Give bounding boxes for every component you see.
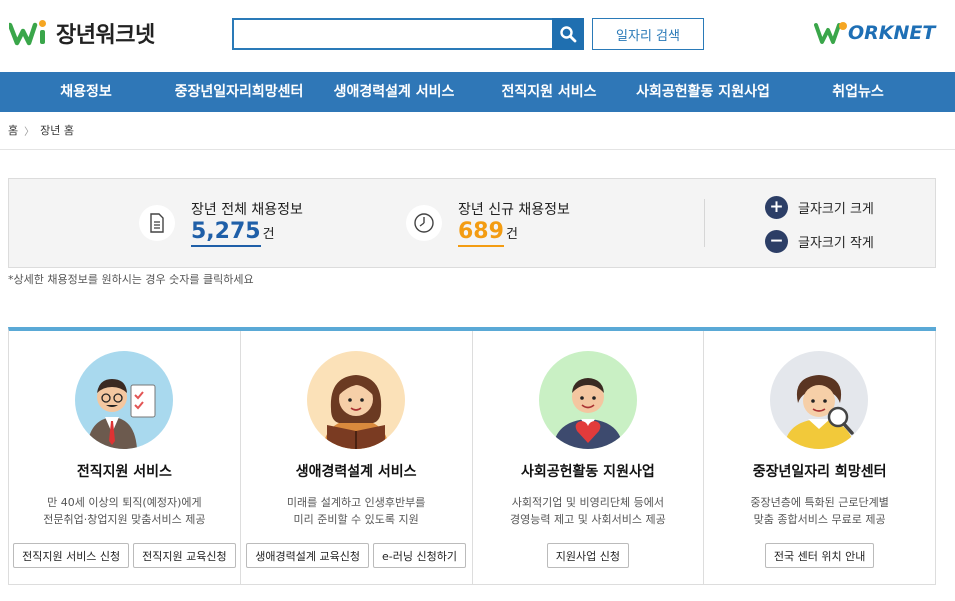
card-title: 사회공헌활동 지원사업 [521,464,655,480]
nav-item-hope-center[interactable]: 중장년일자리희망센터 [168,72,310,112]
service-card-social-contribution: 사회공헌활동 지원사업 사회적기업 및 비영리단체 등에서 경영능력 제고 및 … [473,331,705,585]
card-desc-line: 맞춤 종합서비스 무료로 제공 [753,513,886,526]
card-buttons: 전국 센터 위치 안내 [704,543,935,568]
new-jobs-value[interactable]: 689 건 [458,219,518,247]
nav-item-news[interactable]: 취업뉴스 [815,72,901,112]
social-contribution-illustration-icon [538,351,637,449]
life-career-illustration-icon [306,351,405,449]
divider [704,199,705,247]
card-desc-line: 중장년층에 특화된 근로단계별 [750,496,889,509]
card-desc-line: 미래를 설계하고 인생후반부를 [286,496,426,509]
breadcrumb: 홈 〉 장년 홈 [8,122,74,138]
breadcrumb-current: 장년 홈 [40,124,74,137]
card-buttons: 전직지원 서비스 신청 전직지원 교육신청 [9,543,240,568]
nav-item-social-contribution[interactable]: 사회공헌활동 지원사업 [630,72,776,112]
plus-icon: + [765,196,788,219]
card-description: 만 40세 이상의 퇴직(예정자)에게 전문취업·창업지원 맞춤서비스 제공 [9,494,240,528]
card-desc-line: 전문취업·창업지원 맞춤서비스 제공 [43,513,206,526]
main-nav: 채용정보 중장년일자리희망센터 생애경력설계 서비스 전직지원 서비스 사회공헌… [0,72,955,112]
card-desc-line: 미리 준비할 수 있도록 지원 [293,513,419,526]
font-size-smaller-label: 글자크기 작게 [798,236,874,251]
outplacement-education-button[interactable]: 전직지원 교육신청 [133,543,236,568]
worknet-w-icon [814,22,847,44]
service-card-hope-center: 중장년일자리 희망센터 중장년층에 특화된 근로단계별 맞춤 종합서비스 무료로… [704,331,936,585]
outplacement-illustration-icon [75,351,173,449]
job-search-button[interactable]: 일자리 검색 [592,18,704,50]
stats-note: *상세한 채용정보를 원하시는 경우 숫자를 클릭하세요 [8,273,254,286]
card-description: 미래를 설계하고 인생후반부를 미리 준비할 수 있도록 지원 [241,494,472,528]
search-icon [560,26,577,43]
logo-text: 장년워크넷 [56,23,155,48]
e-learning-apply-button[interactable]: e-러닝 신청하기 [373,543,466,568]
document-icon [139,205,175,241]
search-box [232,18,584,50]
card-title: 중장년일자리 희망센터 [752,464,887,480]
divider [0,149,955,150]
card-desc-line: 사회적기업 및 비영리단체 등에서 [511,496,664,509]
logo-mark-icon [7,19,49,47]
card-title: 생애경력설계 서비스 [295,464,417,480]
clock-icon [406,205,442,241]
site-logo[interactable]: 장년워크넷 [7,17,155,49]
total-jobs-unit: 건 [262,227,275,242]
card-buttons: 지원사업 신청 [473,543,704,568]
outplacement-apply-button[interactable]: 전직지원 서비스 신청 [13,543,130,568]
service-card-outplacement: 전직지원 서비스 만 40세 이상의 퇴직(예정자)에게 전문취업·창업지원 맞… [9,331,241,585]
center-location-button[interactable]: 전국 센터 위치 안내 [764,543,875,568]
total-jobs-value[interactable]: 5,275 건 [191,219,275,247]
breadcrumb-home[interactable]: 홈 [8,122,18,138]
card-description: 중장년층에 특화된 근로단계별 맞춤 종합서비스 무료로 제공 [704,494,935,528]
card-desc-line: 만 40세 이상의 퇴직(예정자)에게 [47,496,202,509]
support-program-apply-button[interactable]: 지원사업 신청 [546,543,629,568]
card-desc-line: 경영능력 제고 및 사회서비스 제공 [510,513,666,526]
minus-icon: − [765,230,788,253]
font-size-smaller-button[interactable]: − 글자크기 작게 [765,230,874,253]
service-card-life-career: 생애경력설계 서비스 미래를 설계하고 인생후반부를 미리 준비할 수 있도록 … [241,331,473,585]
card-title: 전직지원 서비스 [76,464,172,480]
life-career-education-button[interactable]: 생애경력설계 교육신청 [246,543,369,568]
nav-item-job-info[interactable]: 채용정보 [36,72,136,112]
new-jobs-label: 장년 신규 채용정보 [458,202,570,218]
total-jobs-number[interactable]: 5,275 [191,219,261,247]
card-description: 사회적기업 및 비영리단체 등에서 경영능력 제고 및 사회서비스 제공 [473,494,704,528]
hope-center-illustration-icon [770,351,869,449]
card-buttons: 생애경력설계 교육신청 e-러닝 신청하기 [241,543,472,568]
worknet-text: ORKNET [848,22,936,44]
service-cards: 전직지원 서비스 만 40세 이상의 퇴직(예정자)에게 전문취업·창업지원 맞… [8,327,936,585]
search-button[interactable] [552,18,584,50]
nav-item-outplacement[interactable]: 전직지원 서비스 [495,72,603,112]
worknet-logo[interactable]: ORKNET [814,20,935,46]
font-size-larger-label: 글자크기 크게 [798,202,874,217]
nav-item-life-career[interactable]: 생애경력설계 서비스 [328,72,460,112]
header: 장년워크넷 일자리 검색 ORKNET [0,0,955,72]
total-jobs-label: 장년 전체 채용정보 [191,202,303,218]
search-input[interactable] [234,20,552,48]
job-stats-panel: 장년 전체 채용정보 5,275 건 장년 신규 채용정보 689 건 + 글자크기… [8,178,936,268]
font-size-larger-button[interactable]: + 글자크기 크게 [765,196,874,219]
new-jobs-unit: 건 [505,227,518,242]
new-jobs-number[interactable]: 689 [458,219,504,247]
chevron-right-icon: 〉 [24,126,35,138]
